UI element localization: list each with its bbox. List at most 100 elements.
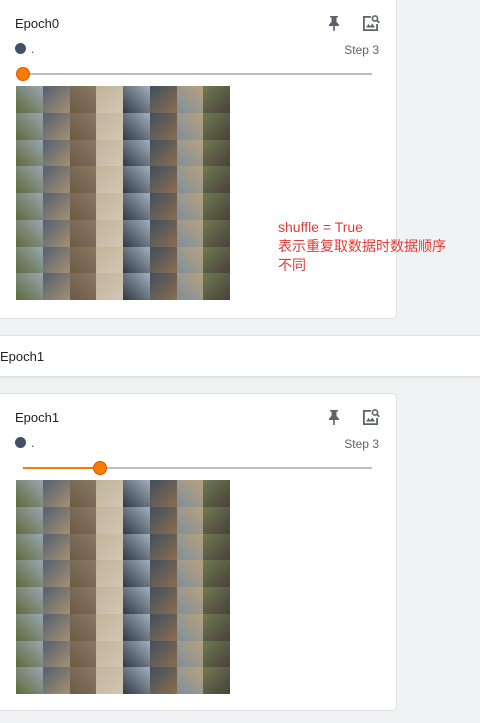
image-thumbnail — [96, 112, 123, 140]
image-thumbnail — [42, 166, 70, 193]
group-header[interactable]: Epoch1 — [0, 335, 480, 377]
image-thumbnail — [203, 246, 230, 274]
image-thumbnail — [203, 560, 230, 587]
image-thumbnail — [69, 139, 97, 167]
image-thumbnail — [176, 506, 204, 534]
group-title: Epoch1 — [0, 349, 45, 364]
image-thumbnail — [16, 219, 43, 247]
image-thumbnail — [96, 640, 123, 668]
card-title: Epoch1 — [15, 410, 60, 425]
image-thumbnail — [16, 667, 43, 694]
annotation-line-1: shuffle = True — [278, 219, 363, 235]
image-thumbnail — [203, 506, 230, 534]
image-thumbnail — [16, 587, 43, 614]
image-thumbnail — [42, 587, 70, 614]
image-thumbnail — [16, 480, 43, 507]
image-thumbnail — [69, 480, 97, 507]
image-thumbnail — [69, 560, 97, 587]
image-thumbnail — [176, 560, 204, 587]
image-thumbnail — [42, 219, 70, 247]
image-thumbnail — [123, 533, 150, 561]
image-thumbnail — [16, 86, 43, 113]
image-search-icon[interactable] — [360, 406, 382, 428]
slider-thumb[interactable] — [16, 67, 30, 81]
pin-icon[interactable] — [323, 12, 345, 34]
image-thumbnail — [176, 640, 204, 668]
image-thumbnail — [203, 613, 230, 641]
image-thumbnail — [149, 533, 177, 561]
image-thumbnail — [203, 193, 230, 220]
pin-icon[interactable] — [323, 406, 345, 428]
image-thumbnail — [149, 246, 177, 274]
image-thumbnail — [42, 139, 70, 167]
image-thumbnail — [96, 273, 123, 300]
image-thumbnail — [69, 112, 97, 140]
image-thumbnail — [42, 193, 70, 220]
image-thumbnail — [96, 86, 123, 113]
image-thumbnail — [149, 506, 177, 534]
image-thumbnail — [96, 587, 123, 614]
run-name: . — [31, 436, 35, 450]
image-thumbnail — [69, 193, 97, 220]
image-thumbnail — [42, 273, 70, 300]
image-thumbnail — [176, 139, 204, 167]
image-thumbnail — [96, 533, 123, 561]
annotation-line-2: 表示重复取数据时数据顺序 — [278, 238, 446, 254]
image-thumbnail — [203, 640, 230, 668]
image-card-epoch1: Epoch1 . Step 3 — [0, 393, 397, 711]
image-thumbnail — [203, 219, 230, 247]
image-thumbnail — [149, 166, 177, 193]
image-thumbnail — [96, 480, 123, 507]
image-thumbnail — [69, 166, 97, 193]
slider-track — [23, 73, 372, 75]
image-grid — [16, 86, 230, 300]
image-thumbnail — [16, 112, 43, 140]
image-thumbnail — [42, 667, 70, 694]
image-thumbnail — [176, 219, 204, 247]
image-thumbnail — [176, 533, 204, 561]
image-thumbnail — [176, 193, 204, 220]
image-thumbnail — [123, 112, 150, 140]
image-thumbnail — [149, 273, 177, 300]
image-thumbnail — [42, 533, 70, 561]
image-thumbnail — [42, 86, 70, 113]
image-thumbnail — [149, 587, 177, 614]
image-search-icon[interactable] — [360, 12, 382, 34]
image-thumbnail — [69, 219, 97, 247]
image-thumbnail — [149, 613, 177, 641]
image-thumbnail — [176, 246, 204, 274]
annotation-note: shuffle = True 表示重复取数据时数据顺序 不同 — [278, 218, 446, 275]
image-thumbnail — [203, 587, 230, 614]
image-thumbnail — [123, 139, 150, 167]
slider-fill — [23, 467, 100, 469]
image-thumbnail — [149, 560, 177, 587]
image-thumbnail — [123, 640, 150, 668]
image-thumbnail — [42, 480, 70, 507]
step-slider[interactable] — [16, 67, 372, 81]
run-color-dot — [15, 437, 26, 448]
image-thumbnail — [149, 112, 177, 140]
image-thumbnail — [96, 166, 123, 193]
image-thumbnail — [149, 86, 177, 113]
step-slider[interactable] — [23, 461, 372, 475]
annotation-line-3: 不同 — [278, 257, 306, 273]
image-thumbnail — [16, 166, 43, 193]
image-thumbnail — [69, 667, 97, 694]
image-thumbnail — [203, 86, 230, 113]
image-thumbnail — [96, 193, 123, 220]
image-thumbnail — [42, 640, 70, 668]
slider-thumb[interactable] — [92, 461, 107, 475]
image-thumbnail — [69, 246, 97, 274]
image-thumbnail — [96, 246, 123, 274]
step-label: Step 3 — [344, 43, 379, 57]
image-thumbnail — [176, 273, 204, 300]
run-name: . — [31, 42, 35, 56]
image-thumbnail — [123, 587, 150, 614]
image-thumbnail — [123, 166, 150, 193]
image-grid — [16, 480, 230, 694]
image-thumbnail — [123, 246, 150, 274]
image-thumbnail — [96, 560, 123, 587]
image-thumbnail — [42, 560, 70, 587]
image-thumbnail — [96, 219, 123, 247]
image-thumbnail — [16, 613, 43, 641]
